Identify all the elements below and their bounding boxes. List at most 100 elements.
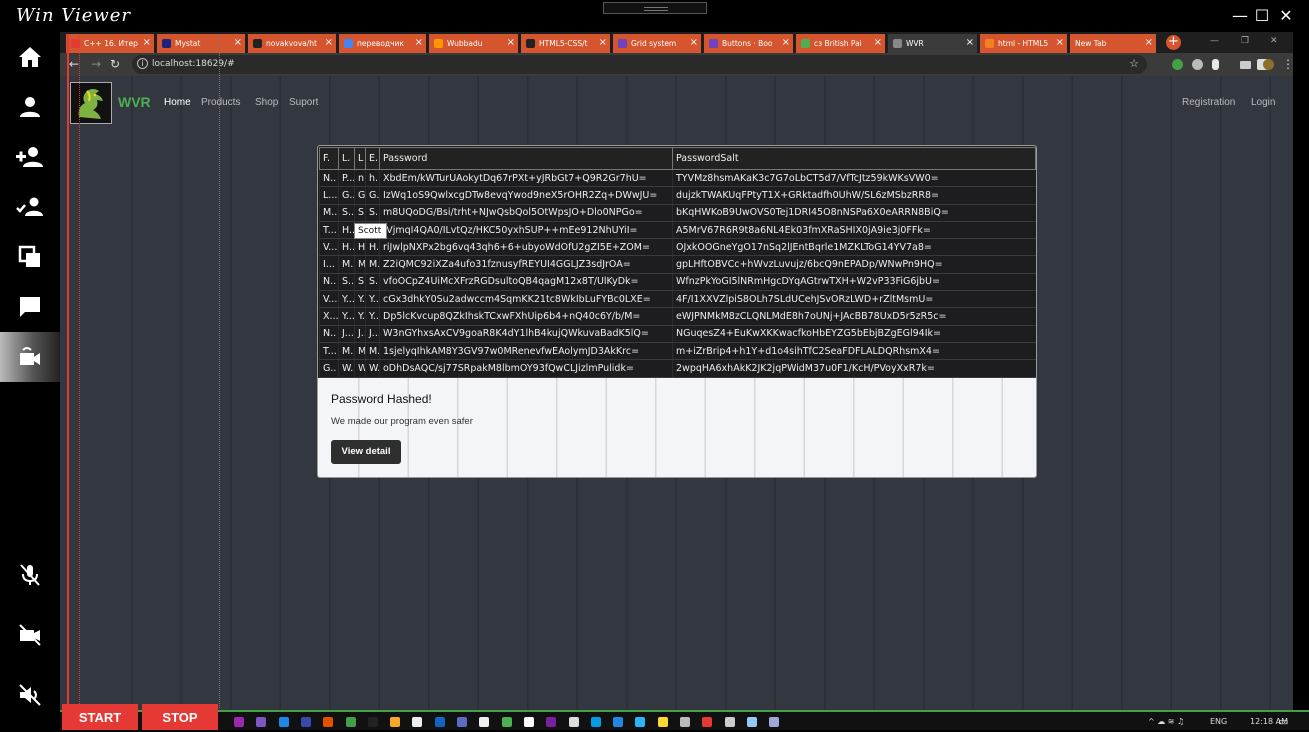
taskbar-app-icon[interactable] (657, 717, 668, 727)
taskbar-app-icon[interactable] (590, 717, 601, 727)
taskbar-app-icon[interactable] (256, 717, 267, 727)
taskbar-app-icon[interactable] (300, 717, 311, 727)
bookmark-star-icon[interactable]: ☆ (1129, 57, 1139, 70)
nav-home[interactable]: Home (164, 97, 191, 108)
taskbar-app-icon[interactable] (367, 717, 378, 727)
taskbar-app-icon[interactable] (769, 717, 780, 727)
shield-extension-icon[interactable] (1172, 59, 1183, 70)
new-tab-button[interactable]: + (1166, 35, 1181, 50)
taskbar-app-icon[interactable] (501, 717, 512, 727)
browser-tab[interactable]: Wubbadu × (429, 34, 518, 53)
sidebar-item-copy[interactable] (0, 232, 60, 282)
taskbar-app-icon[interactable] (746, 717, 757, 727)
close-button[interactable]: ✕ (1277, 6, 1295, 26)
view-detail-button[interactable]: View detail (331, 440, 401, 464)
table-row[interactable]: X...Y...Y..Y...Dp5lcKvcup8QZkIhskTCxwFXh… (319, 307, 1036, 326)
nav-shop[interactable]: Shop (255, 97, 278, 108)
tray-icons[interactable]: ^ ☁ ≋ ♫ (1148, 717, 1184, 726)
taskbar-app-icon[interactable] (546, 717, 557, 727)
tab-close-icon[interactable]: × (874, 37, 882, 48)
taskbar-app-icon[interactable] (345, 717, 356, 727)
browser-tab[interactable]: сз British Pai × (796, 34, 885, 53)
table-row[interactable]: V...H..HH..riJwlpNXPx2bg6vq43qh6+6+ubyoW… (319, 238, 1036, 257)
tab-close-icon[interactable]: × (966, 37, 974, 48)
table-row[interactable]: N..P...n..h...XbdEm/kWTurUAokytDq67rPXt+… (319, 169, 1036, 188)
browser-tab[interactable]: HTML5-CSS/t × (521, 34, 610, 53)
browser-close-icon[interactable]: ✕ (1270, 36, 1278, 46)
sidebar-item-chat[interactable] (0, 282, 60, 332)
taskbar-app-icon[interactable] (234, 717, 244, 727)
back-button[interactable]: ← (69, 57, 79, 71)
nav-registration[interactable]: Registration (1182, 97, 1235, 108)
tab-close-icon[interactable]: × (599, 37, 607, 48)
tab-close-icon[interactable]: × (143, 37, 151, 48)
tab-close-icon[interactable]: × (507, 37, 515, 48)
taskbar-app-icon[interactable] (434, 717, 445, 727)
dragon-logo[interactable] (70, 82, 112, 124)
sidebar-item-home[interactable] (0, 32, 60, 82)
minimize-button[interactable]: — (1231, 6, 1249, 26)
table-row[interactable]: N..S...S..S...vfoOCpZ4UiMcXFrzRGDsultoQB… (319, 273, 1036, 292)
taskbar-app-icon[interactable] (613, 717, 624, 727)
sidebar-item-volume-off[interactable] (0, 670, 60, 720)
nav-products[interactable]: Products (201, 97, 240, 108)
playlist-icon[interactable] (1240, 61, 1251, 69)
taskbar-app-icon[interactable] (724, 717, 735, 727)
taskbar-app-icon[interactable] (479, 717, 490, 727)
taskbar-app-icon[interactable] (702, 717, 713, 727)
table-row[interactable]: V...Y...Y..Y...cGx3dhkY0Su2adwccm4SqmKK2… (319, 290, 1036, 309)
tab-close-icon[interactable]: × (234, 37, 242, 48)
table-row[interactable]: M..S...S..S...m8UQoDG/Bsi/trht+NJwQsbQol… (319, 204, 1036, 222)
tab-close-icon[interactable]: × (325, 37, 333, 48)
taskbar-app-icon[interactable] (635, 717, 646, 727)
taskbar-app-icon[interactable] (680, 717, 690, 727)
header-login[interactable]: L (354, 147, 366, 170)
sidebar-item-camera-off[interactable] (0, 610, 60, 660)
forward-button[interactable]: → (91, 57, 101, 71)
tab-close-icon[interactable]: × (1056, 37, 1064, 48)
notifications-icon[interactable]: ▭ (1278, 715, 1288, 728)
browser-tab[interactable]: Grid system × (613, 34, 701, 53)
maximize-button[interactable]: ☐ (1253, 6, 1271, 26)
browser-maximize-icon[interactable]: ❐ (1241, 36, 1249, 46)
taskbar-app-icon[interactable] (412, 717, 423, 727)
brand-name[interactable]: WVR (118, 94, 151, 110)
language-indicator[interactable]: ENG (1210, 717, 1227, 726)
header-password[interactable]: Password (379, 147, 673, 170)
taskbar-app-icon[interactable] (278, 717, 289, 727)
taskbar-app-icon[interactable] (457, 717, 467, 727)
sidebar-item-group[interactable] (0, 182, 60, 232)
start-button[interactable]: START (62, 704, 138, 730)
stop-button[interactable]: STOP (142, 704, 218, 730)
browser-tab[interactable]: Buttons · Boo × (704, 34, 793, 53)
browser-tab[interactable]: Mystat × (157, 34, 245, 53)
sidebar-item-video-call[interactable] (0, 332, 60, 382)
tab-close-icon[interactable]: × (1145, 37, 1153, 48)
tab-close-icon[interactable]: × (690, 37, 698, 48)
sidebar-item-user[interactable] (0, 82, 60, 132)
address-bar[interactable]: i localhost:18629/# ☆ (132, 55, 1147, 74)
table-row[interactable]: L...G..G.G..IzWq1oS9QwlxcgDTw8evqYwod9ne… (319, 186, 1036, 205)
table-row[interactable]: G..W..W.W..oDhDsAQC/sj77SRpakM8lbmOY93fQ… (319, 359, 1036, 378)
nav-suport[interactable]: Suport (289, 97, 318, 108)
header-email[interactable]: E. (365, 147, 380, 170)
tab-close-icon[interactable]: × (415, 37, 423, 48)
header-password-salt[interactable]: PasswordSalt (672, 147, 1036, 170)
nav-login[interactable]: Login (1251, 97, 1275, 108)
browser-tab[interactable]: novakvova/ht × (248, 34, 336, 53)
taskbar-app-icon[interactable] (323, 717, 334, 727)
table-row[interactable]: I...M..MM..Z2iQMC92iXZa4ufo31fznusyfREYU… (319, 255, 1036, 274)
drag-handle[interactable] (603, 2, 707, 14)
globe-extension-icon[interactable] (1192, 59, 1203, 70)
taskbar-app-icon[interactable] (523, 717, 534, 727)
table-row[interactable]: T...M..MM..1sjelyqIhkAM8Y3GV97w0MRenevfw… (319, 342, 1036, 361)
sidebar-item-add-user[interactable] (0, 132, 60, 182)
browser-tab[interactable]: переводчик × (339, 34, 426, 53)
header-first-name[interactable]: F. (319, 147, 339, 170)
profile-avatar[interactable] (1263, 59, 1274, 70)
header-last-name[interactable]: L. (338, 147, 355, 170)
site-info-icon[interactable]: i (137, 58, 148, 69)
browser-minimize-icon[interactable]: — (1210, 36, 1219, 46)
reload-button[interactable]: ↻ (110, 57, 120, 71)
browser-tab[interactable]: html - HTML5 × (980, 34, 1067, 53)
